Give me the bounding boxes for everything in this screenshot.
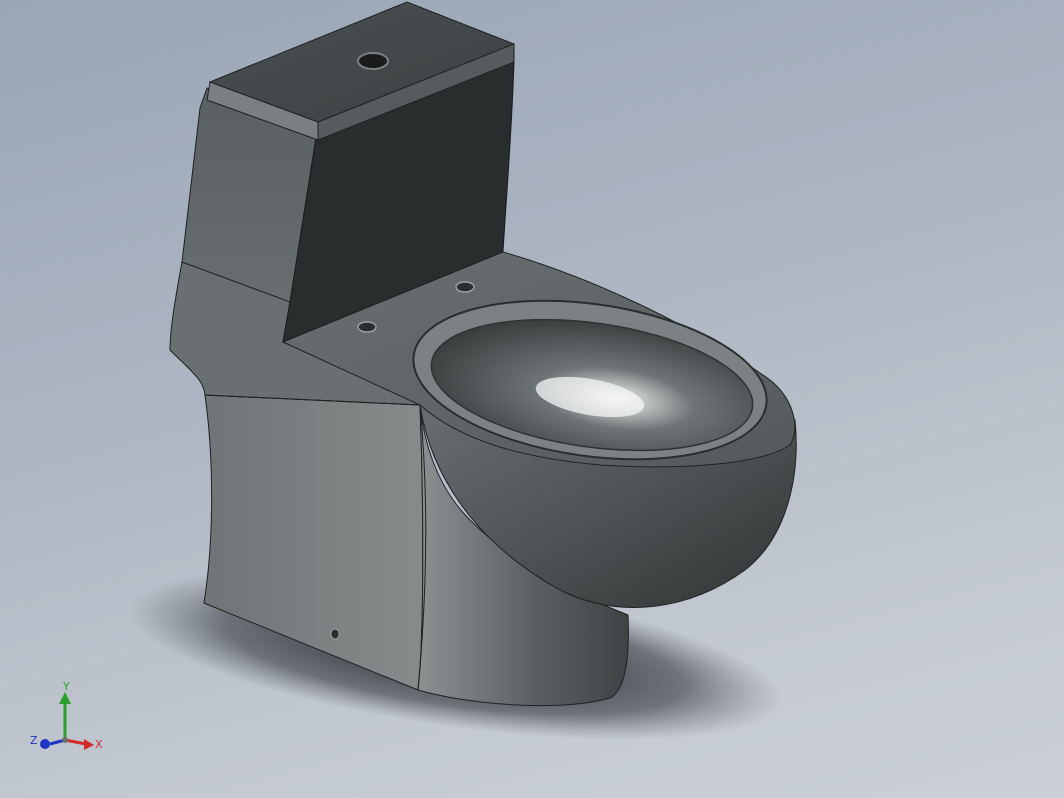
triad-y-label: Y — [62, 680, 70, 693]
triad-origin — [62, 737, 68, 743]
triad-y-arrow — [59, 692, 71, 704]
coordinate-triad: Y X Z — [30, 680, 103, 751]
triad-z-arrow — [40, 739, 50, 749]
triad-x-arrow — [84, 739, 94, 750]
floor-bolt-hole — [330, 628, 340, 640]
toilet-model[interactable] — [0, 0, 1064, 798]
triad-x-label: X — [95, 738, 103, 751]
seat-bolt-hole-left — [357, 321, 377, 333]
triad-x-axis — [64, 738, 87, 746]
graphics-viewport[interactable]: Y X Z — [0, 0, 1064, 798]
triad-z-label: Z — [30, 734, 38, 747]
flush-button-hole[interactable] — [357, 52, 389, 70]
seat-bolt-hole-right — [455, 281, 475, 293]
